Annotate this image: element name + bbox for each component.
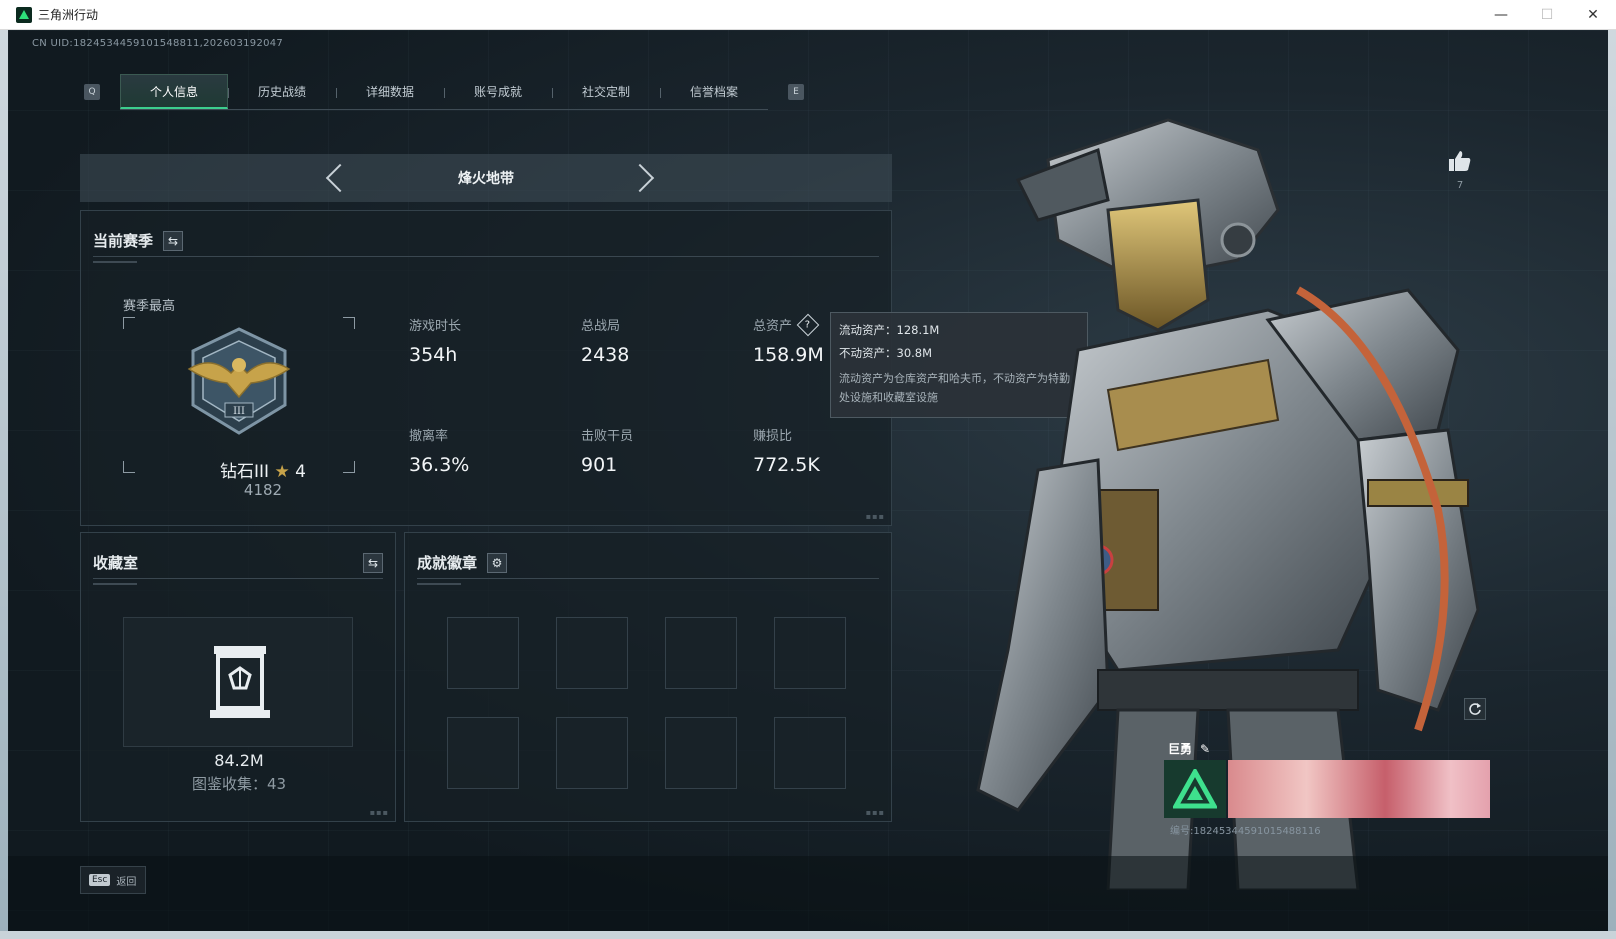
tab-match-history[interactable]: 历史战绩 bbox=[228, 74, 336, 109]
like-count: 7 bbox=[1456, 180, 1464, 191]
collection-value: 84.2M bbox=[214, 751, 264, 770]
stat-extract-rate: 撤离率 36.3% bbox=[409, 429, 470, 476]
thumbs-up-icon bbox=[1449, 151, 1471, 171]
player-card[interactable]: 巨勇 ✎ 编号:18245344591015488116 bbox=[1164, 740, 1490, 852]
mode-title: 烽火地带 bbox=[458, 171, 514, 187]
gear-icon[interactable]: ⚙ bbox=[487, 552, 508, 573]
help-icon[interactable]: ? bbox=[796, 313, 820, 336]
divider bbox=[93, 583, 137, 585]
like-button[interactable]: 7 bbox=[1448, 150, 1472, 191]
window-titlebar[interactable]: 三角洲行动 — ☐ ✕ bbox=[0, 0, 1616, 30]
achievement-panel: 成就徽章 ⚙ ▪▪▪ bbox=[404, 532, 892, 822]
bottom-bar bbox=[8, 856, 1608, 931]
delta-logo-icon bbox=[1173, 769, 1217, 809]
tab-next-key[interactable]: E bbox=[788, 84, 804, 100]
collection-count: 图鉴收集：43 bbox=[191, 775, 287, 793]
mode-selector: 烽火地带 bbox=[80, 154, 892, 202]
card-avatar bbox=[1164, 760, 1226, 818]
vault-preview[interactable] bbox=[123, 617, 353, 747]
tab-credit-record[interactable]: 信誉档案 bbox=[660, 74, 768, 109]
uid-line: CN UID:1824534459101548811⁦,202603192047 bbox=[32, 38, 284, 49]
maximize-button[interactable]: ☐ bbox=[1524, 0, 1570, 30]
badge-slot[interactable] bbox=[556, 617, 628, 689]
rank-frame: III bbox=[123, 317, 355, 473]
achievement-header: 成就徽章 ⚙ bbox=[417, 547, 879, 579]
season-header: 当前赛季 ⇆ bbox=[93, 225, 879, 257]
display-case-icon bbox=[210, 646, 270, 718]
game-viewport: CN UID:1824534459101548811⁦,202603192047… bbox=[8, 30, 1608, 931]
mode-prev-arrow-icon[interactable] bbox=[325, 163, 355, 193]
window-controls: — ☐ ✕ bbox=[1478, 0, 1616, 30]
player-id: 编号:18245344591015488116 bbox=[1170, 826, 1321, 837]
panel-corner-decor: ▪▪▪ bbox=[865, 808, 885, 817]
tab-prev-key[interactable]: Q bbox=[84, 84, 100, 100]
window-title: 三角洲行动 bbox=[38, 8, 99, 22]
back-button[interactable]: Esc 返回 bbox=[80, 866, 146, 894]
tab-strip: 个人信息 历史战绩 详细数据 账号成就 社交定制 信誉档案 bbox=[120, 74, 768, 110]
badge-slot[interactable] bbox=[556, 717, 628, 789]
app-logo-icon bbox=[16, 6, 32, 23]
tab-social-custom[interactable]: 社交定制 bbox=[552, 74, 660, 109]
badge-slot[interactable] bbox=[774, 617, 846, 689]
badge-slot[interactable] bbox=[447, 717, 519, 789]
panel-corner-decor: ▪▪▪ bbox=[865, 512, 885, 521]
collection-title: 收藏室 bbox=[93, 554, 139, 572]
switch-collection-icon[interactable]: ⇆ bbox=[363, 552, 383, 573]
desktop-edge-right bbox=[1608, 30, 1616, 939]
stat-play-time: 游戏时长 354h bbox=[409, 319, 462, 366]
desktop-edge-left bbox=[0, 30, 8, 939]
rank-name: 钻石III ★ 4 bbox=[220, 462, 306, 482]
rank-badge-icon: III bbox=[187, 327, 291, 435]
tab-detailed-data[interactable]: 详细数据 bbox=[336, 74, 444, 109]
season-title: 当前赛季 bbox=[93, 232, 154, 250]
esc-key-hint: Esc bbox=[89, 874, 111, 886]
badge-slot[interactable] bbox=[774, 717, 846, 789]
stat-profit-ratio: 赚损比 772.5K bbox=[753, 429, 820, 476]
collection-header: 收藏室 ⇆ bbox=[93, 547, 383, 579]
switch-season-icon[interactable]: ⇆ bbox=[163, 230, 184, 251]
mode-next-arrow-icon[interactable] bbox=[625, 163, 655, 193]
profile-tabs: Q 个人信息 历史战绩 详细数据 账号成就 社交定制 信誉档案 E bbox=[84, 74, 804, 110]
minimize-button[interactable]: — bbox=[1478, 0, 1524, 30]
stat-kills: 击败干员 901 bbox=[581, 429, 634, 476]
close-button[interactable]: ✕ bbox=[1570, 0, 1616, 30]
divider bbox=[93, 261, 137, 263]
achievement-title: 成就徽章 bbox=[417, 554, 478, 572]
tab-personal-info[interactable]: 个人信息 bbox=[120, 74, 228, 109]
current-season-panel: 当前赛季 ⇆ 赛季最高 III 钻石III ★ 4 4182 游戏时长 354h… bbox=[80, 210, 892, 526]
refresh-icon[interactable] bbox=[1464, 698, 1486, 720]
stat-total-matches: 总战局 2438 bbox=[581, 319, 630, 366]
svg-text:III: III bbox=[233, 406, 245, 417]
panel-corner-decor: ▪▪▪ bbox=[369, 808, 389, 817]
desktop-edge-bottom bbox=[0, 931, 1616, 939]
badge-slot[interactable] bbox=[665, 617, 737, 689]
rank-score: 4182 bbox=[243, 481, 283, 499]
divider bbox=[417, 583, 461, 585]
badge-slot[interactable] bbox=[665, 717, 737, 789]
collection-panel: 收藏室 ⇆ 84.2M 图鉴收集：43 ▪▪▪ bbox=[80, 532, 396, 822]
edit-icon[interactable]: ✎ bbox=[1200, 742, 1210, 756]
star-icon: ★ bbox=[274, 462, 290, 482]
badge-slot[interactable] bbox=[447, 617, 519, 689]
player-name: 巨勇 ✎ bbox=[1168, 741, 1211, 757]
season-best-label: 赛季最高 bbox=[123, 299, 176, 314]
card-banner-image bbox=[1228, 760, 1490, 818]
tab-account-achievements[interactable]: 账号成就 bbox=[444, 74, 552, 109]
back-label: 返回 bbox=[116, 876, 137, 888]
